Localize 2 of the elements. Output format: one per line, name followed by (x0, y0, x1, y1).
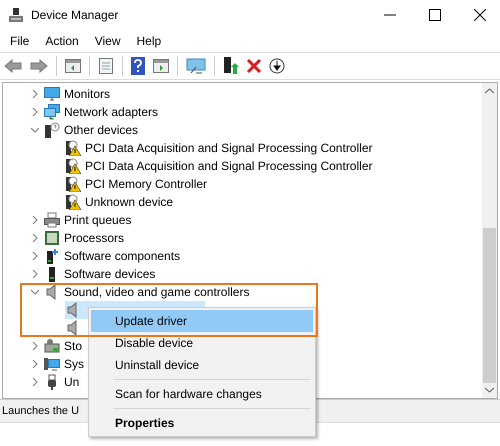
status-text: Launches the U (2, 405, 80, 417)
window-title: Device Manager (31, 8, 120, 22)
